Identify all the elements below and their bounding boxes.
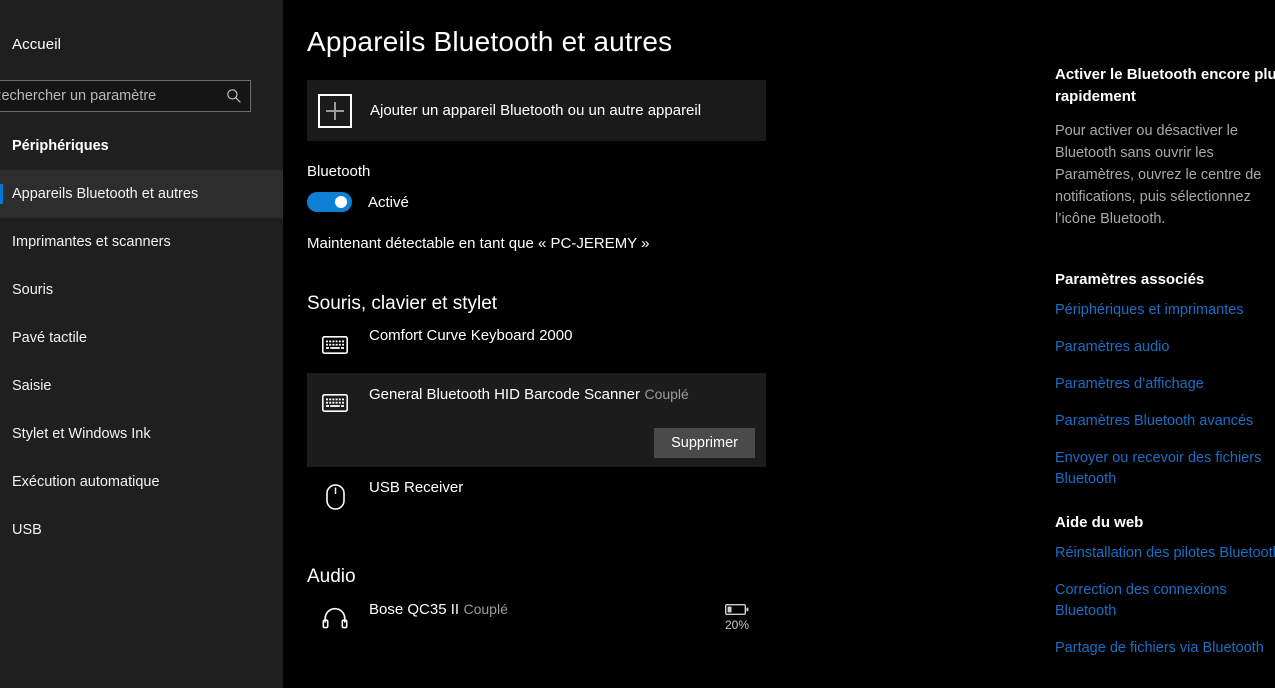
tip-body-line: Bluetooth sans ouvrir les <box>1055 145 1214 161</box>
sidebar-item-label: Exécution automatique <box>12 474 160 490</box>
sidebar-item-touchpad[interactable]: Pavé tactile <box>0 314 283 362</box>
main-content: Appareils Bluetooth et autres Ajouter un… <box>283 0 1275 688</box>
add-device-label: Ajouter un appareil Bluetooth ou un autr… <box>370 102 702 119</box>
device-row[interactable]: Bose QC35 II Couplé 20% <box>307 588 766 646</box>
device-row[interactable]: USB Receiver <box>307 467 766 525</box>
link-reinstall-bluetooth-drivers[interactable]: Réinstallation des pilotes Bluetooth <box>1055 543 1275 564</box>
sidebar-item-usb[interactable]: USB <box>0 506 283 554</box>
sidebar-item-label: USB <box>12 522 42 538</box>
tip-title-line1: Activer le Bluetooth encore plus <box>1055 66 1275 83</box>
sidebar-item-mouse[interactable]: Souris <box>0 266 283 314</box>
sidebar-category-title: Périphériques <box>12 138 109 154</box>
device-name: General Bluetooth HID Barcode Scanner <box>369 386 640 403</box>
bluetooth-toggle[interactable] <box>307 192 352 212</box>
add-device-button[interactable]: Ajouter un appareil Bluetooth ou un autr… <box>307 80 766 141</box>
search-icon <box>227 89 241 103</box>
sidebar: Accueil Périphériques Appareils Bluetoot… <box>0 0 283 688</box>
tip-body-line: l’icône Bluetooth. <box>1055 211 1166 227</box>
bluetooth-toggle-row: Activé <box>307 192 767 212</box>
sidebar-item-label: Pavé tactile <box>12 330 87 346</box>
headphones-icon <box>318 601 352 635</box>
sidebar-item-label: Saisie <box>12 378 52 394</box>
bluetooth-label: Bluetooth <box>307 163 371 180</box>
plus-icon <box>318 93 352 128</box>
sidebar-item-label: Appareils Bluetooth et autres <box>12 186 199 202</box>
mouse-icon <box>318 480 352 514</box>
link-display-settings[interactable]: Paramètres d’affichage <box>1055 374 1275 395</box>
device-name: Comfort Curve Keyboard 2000 <box>369 327 573 344</box>
home-label: Accueil <box>12 35 62 53</box>
battery-percent: 20% <box>724 618 750 632</box>
right-panel: Activer le Bluetooth encore plus rapidem… <box>1055 0 1275 675</box>
settings-window: Accueil Périphériques Appareils Bluetoot… <box>0 0 1275 688</box>
device-name: Bose QC35 II <box>369 601 460 618</box>
device-row[interactable]: Comfort Curve Keyboard 2000 <box>307 315 766 373</box>
settings-column: Appareils Bluetooth et autres Ajouter un… <box>307 0 767 646</box>
group-title-input-devices: Souris, clavier et stylet <box>307 293 498 314</box>
device-actions: Supprimer <box>307 428 766 467</box>
discoverable-text: Maintenant détectable en tant que « PC-J… <box>307 235 650 252</box>
link-advanced-bluetooth-settings[interactable]: Paramètres Bluetooth avancés <box>1055 411 1275 432</box>
device-row[interactable]: General Bluetooth HID Barcode Scanner Co… <box>307 373 766 428</box>
device-status: Couplé <box>463 601 508 617</box>
web-help-links: Réinstallation des pilotes Bluetooth Cor… <box>1055 543 1275 659</box>
tip-body: Pour activer ou désactiver le Bluetooth … <box>1055 120 1275 230</box>
remove-device-button[interactable]: Supprimer <box>654 428 755 458</box>
sidebar-item-label: Souris <box>12 282 54 298</box>
page-title: Appareils Bluetooth et autres <box>307 26 673 57</box>
device-info: Comfort Curve Keyboard 2000 <box>369 326 766 346</box>
tip-title-line2: rapidement <box>1055 88 1136 105</box>
sidebar-item-bluetooth-devices[interactable]: Appareils Bluetooth et autres <box>0 170 283 218</box>
battery-icon <box>725 604 749 615</box>
sidebar-item-label: Stylet et Windows Ink <box>12 426 151 442</box>
related-settings-title: Paramètres associés <box>1055 271 1205 288</box>
device-info: General Bluetooth HID Barcode Scanner Co… <box>369 384 766 405</box>
bluetooth-toggle-state: Activé <box>368 193 409 211</box>
link-devices-and-printers[interactable]: Périphériques et imprimantes <box>1055 300 1275 321</box>
sidebar-item-home[interactable]: Accueil <box>0 24 283 64</box>
search-box[interactable] <box>0 80 251 112</box>
device-info: USB Receiver <box>369 478 766 498</box>
tip-title: Activer le Bluetooth encore plus rapidem… <box>1055 64 1275 108</box>
sidebar-item-label: Imprimantes et scanners <box>12 234 171 250</box>
device-status: Couplé <box>644 386 689 402</box>
sidebar-item-pen-windows-ink[interactable]: Stylet et Windows Ink <box>0 410 283 458</box>
sidebar-item-printers-scanners[interactable]: Imprimantes et scanners <box>0 218 283 266</box>
link-audio-settings[interactable]: Paramètres audio <box>1055 337 1275 358</box>
link-share-files-over-bluetooth[interactable]: Partage de fichiers via Bluetooth <box>1055 638 1275 659</box>
device-name: USB Receiver <box>369 479 464 496</box>
battery-indicator: 20% <box>708 603 766 632</box>
tip-body-line: notifications, puis sélectionnez <box>1055 189 1251 205</box>
sidebar-item-typing[interactable]: Saisie <box>0 362 283 410</box>
search-input[interactable] <box>0 88 226 104</box>
link-fix-bluetooth-connections[interactable]: Correction des connexions Bluetooth <box>1055 580 1273 622</box>
keyboard-icon <box>318 386 352 420</box>
web-help-title: Aide du web <box>1055 514 1144 531</box>
sidebar-item-autoplay[interactable]: Exécution automatique <box>0 458 283 506</box>
group-title-audio: Audio <box>307 566 356 587</box>
related-settings-links: Périphériques et imprimantes Paramètres … <box>1055 300 1275 490</box>
sidebar-nav-list: Appareils Bluetooth et autres Imprimante… <box>0 170 283 554</box>
tip-body-line: Pour activer ou désactiver le <box>1055 123 1238 139</box>
keyboard-icon <box>318 328 352 362</box>
link-send-receive-files-bluetooth[interactable]: Envoyer ou recevoir des fichiers Bluetoo… <box>1055 448 1273 490</box>
device-info: Bose QC35 II Couplé <box>369 599 708 620</box>
tip-body-line: Paramètres, ouvrez le centre de <box>1055 167 1262 183</box>
